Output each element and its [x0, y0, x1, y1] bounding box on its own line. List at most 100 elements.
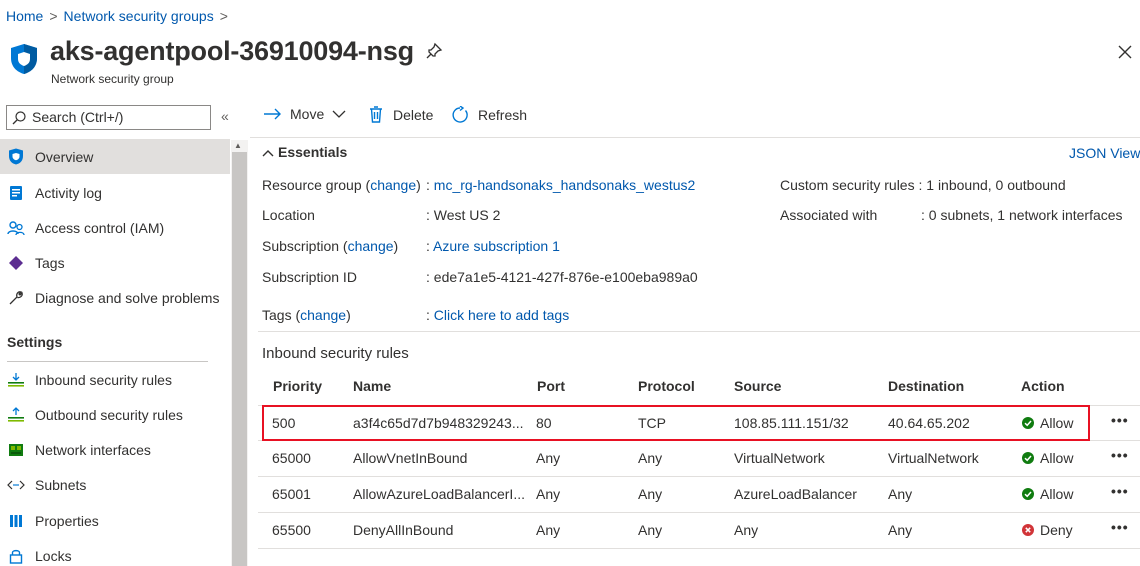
close-icon[interactable] — [1117, 44, 1133, 60]
add-tags-link[interactable]: Click here to add tags — [434, 307, 569, 323]
column-header-name[interactable]: Name — [353, 378, 391, 394]
chevron-up-icon — [262, 150, 274, 157]
wrench-icon — [7, 289, 25, 307]
sidebar-item-subnets[interactable]: Subnets — [0, 467, 230, 502]
resource-group-link[interactable]: mc_rg-handsonaks_handsonaks_westus2 — [434, 177, 696, 193]
tags-label-text: Tags — [262, 307, 292, 323]
sidebar-item-tags[interactable]: Tags — [0, 245, 230, 280]
search-input[interactable]: Search (Ctrl+/) — [6, 105, 211, 130]
priority-cell: 65500 — [272, 522, 311, 538]
port-cell: Any — [536, 486, 561, 502]
sidebar-item-label: Activity log — [35, 184, 102, 201]
subnet-icon — [7, 476, 25, 494]
sidebar-item-diagnose[interactable]: Diagnose and solve problems — [0, 280, 230, 315]
subscription-value: : Azure subscription 1 — [426, 238, 560, 254]
pin-icon[interactable] — [424, 41, 444, 61]
priority-cell: 65001 — [272, 486, 311, 502]
associated-text: 0 subnets, 1 network interfaces — [928, 207, 1123, 223]
resource-group-label-text: Resource group — [262, 177, 362, 193]
custom-rules-label: Custom security rules — [780, 177, 915, 193]
colon: : — [426, 207, 430, 223]
breadcrumb-network-security-groups[interactable]: Network security groups — [64, 8, 214, 24]
allow-icon — [1022, 488, 1034, 500]
subscription-label-text: Subscription — [262, 238, 340, 254]
divider — [258, 331, 1140, 332]
source-cell: AzureLoadBalancer — [734, 486, 857, 502]
column-header-destination[interactable]: Destination — [888, 378, 964, 394]
sidebar-item-label: Network interfaces — [35, 441, 151, 458]
location-value: : West US 2 — [426, 207, 500, 223]
breadcrumb: Home > Network security groups > — [6, 8, 234, 24]
column-header-protocol[interactable]: Protocol — [638, 378, 695, 394]
refresh-button[interactable]: Refresh — [451, 106, 527, 124]
column-header-priority[interactable]: Priority — [273, 378, 322, 394]
colon: : — [921, 207, 925, 223]
subscription-link[interactable]: Azure subscription 1 — [433, 238, 560, 254]
essentials-toggle[interactable]: Essentials — [262, 144, 347, 160]
column-header-port[interactable]: Port — [537, 378, 565, 394]
breadcrumb-home[interactable]: Home — [6, 8, 43, 24]
column-header-action[interactable]: Action — [1021, 378, 1065, 394]
resource-group-change-link[interactable]: change — [370, 177, 416, 193]
scroll-up-icon[interactable]: ▲ — [234, 141, 242, 150]
protocol-cell: Any — [638, 522, 663, 538]
refresh-label: Refresh — [478, 107, 528, 123]
subscription-label: Subscription (change) — [262, 238, 399, 254]
delete-button[interactable]: Delete — [369, 106, 433, 123]
trash-icon — [370, 106, 382, 123]
action-text: Allow — [1040, 486, 1074, 502]
sidebar-item-overview[interactable]: Overview — [0, 139, 230, 174]
deny-icon — [1022, 524, 1034, 536]
breadcrumb-separator: > — [219, 8, 228, 24]
json-view-link[interactable]: JSON View — [1069, 145, 1140, 161]
colon: : — [426, 307, 430, 323]
essentials-label: Essentials — [278, 144, 348, 160]
activity-log-icon — [7, 184, 25, 202]
refresh-icon — [452, 106, 468, 123]
sidebar-item-label: Inbound security rules — [35, 371, 172, 388]
table-row[interactable]: 65000 AllowVnetInBound Any Any VirtualNe… — [258, 441, 1140, 477]
colon: : — [918, 177, 923, 193]
move-button[interactable]: Move — [263, 106, 346, 122]
sidebar-scrollbar-thumb[interactable] — [232, 152, 247, 566]
sidebar-item-properties[interactable]: Properties — [0, 503, 230, 538]
sidebar-item-outbound-security-rules[interactable]: Outbound security rules — [0, 397, 230, 432]
protocol-cell: Any — [638, 450, 663, 466]
table-row[interactable]: 65001 AllowAzureLoadBalancerI... Any Any… — [258, 477, 1140, 513]
associated-with-label: Associated with — [780, 207, 878, 223]
sidebar-item-label: Overview — [35, 148, 94, 165]
name-cell: AllowAzureLoadBalancerI... — [353, 486, 525, 502]
sidebar-item-inbound-security-rules[interactable]: Inbound security rules — [0, 362, 230, 397]
sidebar-item-network-interfaces[interactable]: Network interfaces — [0, 432, 230, 467]
allow-icon — [1022, 452, 1034, 464]
associated-with-value: : 0 subnets, 1 network interfaces — [921, 207, 1123, 223]
sidebar-item-access-control[interactable]: Access control (IAM) — [0, 210, 230, 245]
lock-icon — [7, 547, 25, 565]
sidebar-item-label: Properties — [35, 512, 99, 529]
column-header-source[interactable]: Source — [734, 378, 781, 394]
action-cell: Allow — [1022, 486, 1073, 502]
sidebar-item-activity-log[interactable]: Activity log — [0, 175, 230, 210]
custom-security-rules: Custom security rules : 1 inbound, 0 out… — [780, 177, 1066, 193]
people-icon — [7, 219, 25, 237]
source-cell: VirtualNetwork — [734, 450, 825, 466]
more-options-icon[interactable]: ••• — [1111, 519, 1129, 535]
sidebar-item-label: Access control (IAM) — [35, 219, 165, 236]
more-options-icon[interactable]: ••• — [1111, 483, 1129, 499]
sidebar-item-locks[interactable]: Locks — [0, 538, 230, 566]
priority-cell: 65000 — [272, 450, 311, 466]
tag-icon — [7, 254, 25, 272]
more-options-icon[interactable]: ••• — [1111, 412, 1129, 428]
tags-value: : Click here to add tags — [426, 307, 569, 323]
tags-change-link[interactable]: change — [300, 307, 346, 323]
destination-cell: Any — [888, 522, 913, 538]
inbound-rules-title: Inbound security rules — [262, 345, 409, 362]
more-options-icon[interactable]: ••• — [1111, 447, 1129, 463]
subscription-change-link[interactable]: change — [348, 238, 394, 254]
table-row[interactable]: 65500 DenyAllInBound Any Any Any Any Den… — [258, 513, 1140, 549]
subscription-id-value: : ede7a1e5-4121-427f-876e-e100eba989a0 — [426, 269, 698, 285]
divider — [250, 137, 1140, 138]
page-subtitle: Network security group — [51, 72, 174, 86]
name-cell: AllowVnetInBound — [353, 450, 468, 466]
collapse-sidebar-icon[interactable]: « — [221, 108, 229, 124]
